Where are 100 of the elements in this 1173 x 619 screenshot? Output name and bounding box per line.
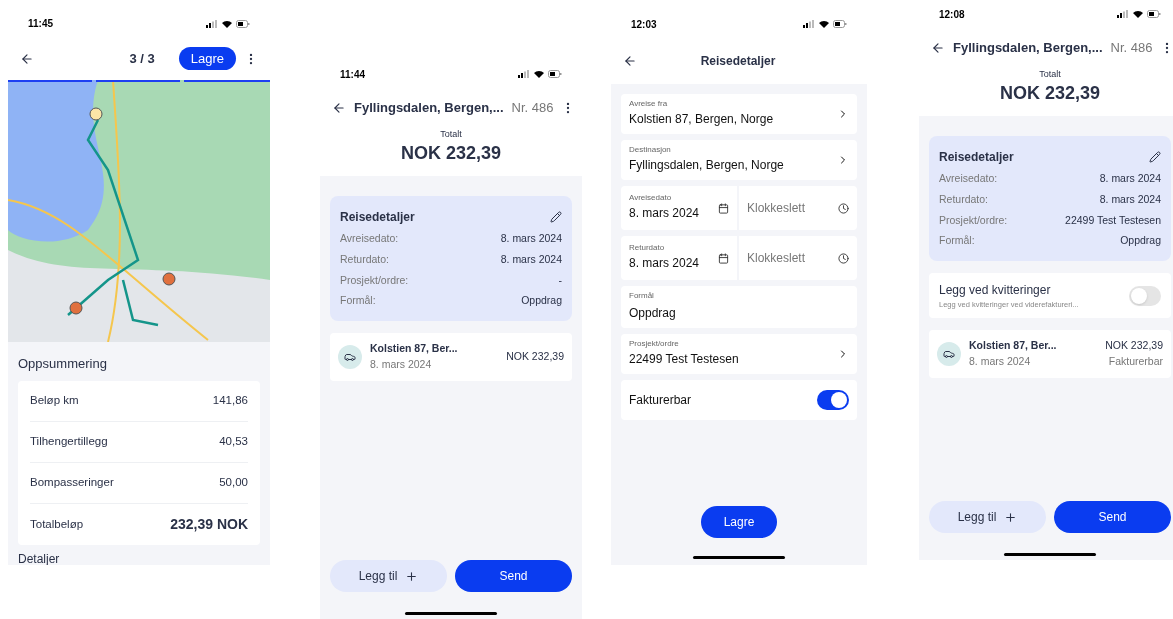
summary-value: 232,39 NOK [170,515,248,534]
section-heading: Detaljer [18,553,61,565]
clock-icon [838,202,849,214]
status-time: 12:08 [939,7,965,22]
summary-value: 50,00 [219,475,248,491]
trip-title: Fyllingsdalen, Bergen,... [953,39,1103,58]
edit-icon[interactable] [550,211,562,223]
battery-icon [833,20,847,28]
text-field[interactable]: Formål Oppdrag [621,286,857,328]
time-field[interactable]: Klokkeslett [739,186,857,230]
page-counter: 3 / 3 [129,49,155,68]
field-label: Avreisedato [629,194,673,202]
detail-value: - [558,272,562,288]
send-button[interactable]: Send [1054,501,1171,533]
edit-icon[interactable] [1149,151,1161,163]
signal-icon [1117,10,1129,18]
entry-amount: NOK 232,39 [1105,338,1163,354]
field-label: Destinasjon [629,146,672,154]
time-field[interactable]: Klokkeslett [739,236,857,280]
clock-icon [838,252,849,264]
wifi-icon [222,19,232,28]
detail-value: 8. mars 2024 [1099,191,1161,207]
battery-icon [1147,10,1161,18]
detail-label: Returdato: [340,251,390,267]
detail-label: Avreisedato: [939,171,998,186]
entry-title: Kolstien 87, Ber... [969,338,1058,354]
trip-number: Nr. 486 [1110,39,1153,58]
wifi-icon [1133,10,1143,18]
status-time: 11:44 [340,67,366,82]
date-field[interactable]: Avreisedato 8. mars 2024 [621,186,737,230]
field-value: 8. mars 2024 [629,205,701,222]
detail-value: Oppdrag [1120,233,1161,249]
car-icon [338,344,362,369]
detail-label: Formål: [340,293,376,309]
summary-value: 141,86 [212,393,248,409]
battery-icon [236,19,250,28]
field-label: Prosjekt/ordre [629,340,680,348]
detail-label: Prosjekt/ordre: [340,272,409,288]
section-heading: Oppsummering [18,354,108,373]
select-field[interactable]: Avreise fra Kolstien 87, Bergen, Norge [621,94,857,134]
calendar-icon [718,202,729,214]
signal-icon [206,19,218,28]
add-button[interactable]: Legg til [929,501,1046,533]
wifi-icon [534,70,544,78]
detail-value: 8. mars 2024 [500,231,562,246]
trip-number: Nr. 486 [511,99,554,118]
detail-value: Oppdrag [521,293,562,309]
select-field[interactable]: Prosjekt/ordre 22499 Test Testesen [621,334,857,374]
detail-value: 22499 Test Testesen [1065,212,1161,228]
trip-entry[interactable]: Kolstien 87, Ber... 8. mars 2024 NOK 232,39 [330,333,572,381]
toggle-label: Fakturerbar [629,392,693,409]
summary-label: Tilhengertillegg [30,434,108,450]
trip-title: Fyllingsdalen, Bergen,... [354,99,504,118]
date-field[interactable]: Returdato 8. mars 2024 [621,236,737,280]
detail-label: Avreisedato: [340,231,399,246]
entry-title: Kolstien 87, Ber... [370,341,459,356]
car-icon [937,342,961,366]
field-value: Fyllingsdalen, Bergen, Norge [629,157,785,174]
add-button[interactable]: Legg til [330,560,447,592]
field-label: Formål [629,292,655,300]
total-label: Totalt [1039,68,1061,81]
card-title: Reisedetaljer [340,209,415,226]
back-icon[interactable] [931,41,945,55]
field-value: Kolstien 87, Bergen, Norge [629,111,775,128]
wifi-icon [819,20,829,28]
card-title: Reisedetaljer [939,149,1014,166]
back-icon[interactable] [623,54,637,68]
summary-value: 40,53 [219,434,248,450]
select-field[interactable]: Destinasjon Fyllingsdalen, Bergen, Norge [621,140,857,180]
summary-label: Totalbeløp [30,516,84,532]
toggle-switch[interactable] [1129,285,1161,306]
field-label: Avreise fra [629,100,669,108]
summary-label: Bompasseringer [30,475,114,491]
entry-status: Fakturerbar [1108,354,1163,369]
plus-icon [1004,510,1018,524]
trip-entry[interactable]: Kolstien 87, Ber... 8. mars 2024 NOK 232,39 Fakturerbar [929,330,1171,378]
entry-date: 8. mars 2024 [969,354,1032,369]
summary-label: Beløp km [30,393,79,409]
receipts-label: Legg ved kvitteringer [939,282,1052,299]
total-amount: NOK 232,39 [999,81,1101,104]
back-icon[interactable] [20,51,34,66]
save-button[interactable]: Lagre [701,506,777,538]
entry-amount: NOK 232,39 [506,348,564,364]
field-value: 22499 Test Testesen [629,351,740,368]
detail-label: Returdato: [939,191,989,207]
back-icon[interactable] [332,101,346,115]
field-label: Returdato [629,244,666,252]
send-button[interactable]: Send [455,560,572,592]
detail-value: 8. mars 2024 [1099,171,1161,186]
entry-date: 8. mars 2024 [370,356,433,372]
total-amount: NOK 232,39 [400,141,502,164]
toggle-switch[interactable] [817,390,849,410]
signal-icon [518,70,530,78]
battery-icon [548,70,562,78]
total-label: Totalt [440,128,462,141]
screen-title: Reisedetaljer [699,53,777,70]
field-value: 8. mars 2024 [629,255,701,272]
save-button[interactable]: Lagre [178,46,236,71]
detail-label: Formål: [939,233,975,249]
signal-icon [803,20,815,28]
